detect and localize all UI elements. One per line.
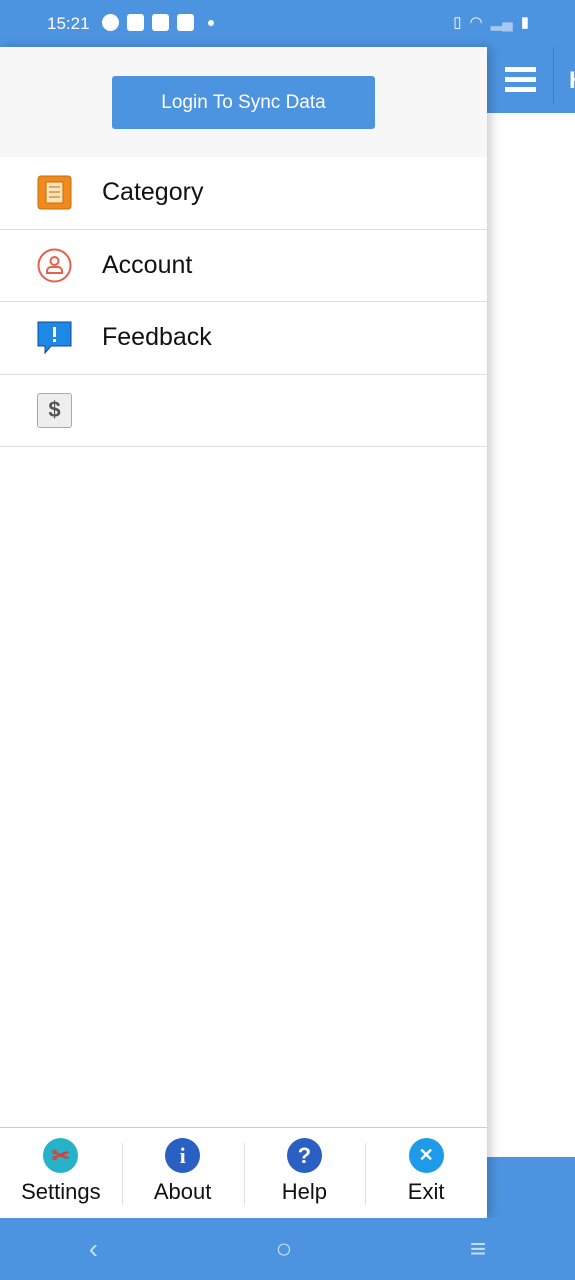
about-label: About [153,1179,212,1204]
status-time: 15:21 [47,14,90,33]
wifi-icon: ◠ [469,14,483,31]
exit-button[interactable]: ✕ Exit [365,1128,487,1218]
help-label: Help [281,1179,327,1204]
category-icon [37,175,72,210]
login-sync-button[interactable]: Login To Sync Data [112,76,375,129]
feedback-icon [37,320,72,355]
help-icon: ? [286,1138,322,1173]
signal-icon: ▂▄ [490,14,513,31]
app-toolbar: H [487,47,575,113]
drawer-item-feedback[interactable]: Feedback [0,302,487,375]
settings-label: Settings [21,1179,101,1204]
drawer-item-label: Account [102,250,193,279]
drawer-item-category[interactable]: Category [0,157,487,230]
drawer-item-label: Feedback [102,323,212,352]
drawer-header: Login To Sync Data [0,47,487,157]
info-icon: i [165,1138,201,1173]
notification-icons [102,14,214,31]
home-icon[interactable]: ○ [276,1233,293,1265]
menu-icon[interactable] [505,67,536,97]
recents-icon[interactable]: ≡ [470,1233,486,1265]
drawer-item-dollar[interactable]: $ [0,375,487,447]
about-button[interactable]: i About [121,1128,244,1218]
divider [553,47,554,103]
battery-icon: ▮ [520,14,529,31]
help-button[interactable]: ? Help [243,1128,366,1218]
system-nav-bar: ‹ ○ ≡ [0,1218,575,1280]
shopping-bag-icon [177,14,194,31]
main-bottom-bar [487,1157,575,1218]
system-icons: ▯ ◠ ▂▄ ▮ [453,13,529,31]
account-icon [37,248,72,283]
drawer-item-account[interactable]: Account [0,230,487,302]
dollar-icon: $ [37,392,72,428]
exit-label: Exit [407,1179,445,1204]
settings-icon: ✂ [43,1138,79,1173]
back-icon[interactable]: ‹ [89,1233,98,1265]
vibrate-icon: ▯ [453,14,462,31]
drawer-footer: ✂ Settings i About ? Help ✕ Exit [0,1127,487,1218]
shopping-bag-icon [127,14,144,31]
shopping-bag-icon [152,14,169,31]
speedometer-icon [102,14,119,31]
settings-button[interactable]: ✂ Settings [0,1128,122,1218]
navigation-drawer: Login To Sync Data Category Account Feed… [0,47,487,1218]
exit-icon: ✕ [408,1138,444,1173]
drawer-item-label: Category [102,178,204,207]
status-bar: 15:21 ▯ ◠ ▂▄ ▮ [0,0,575,47]
more-dot-icon [208,19,214,26]
app-title: H [569,67,575,95]
